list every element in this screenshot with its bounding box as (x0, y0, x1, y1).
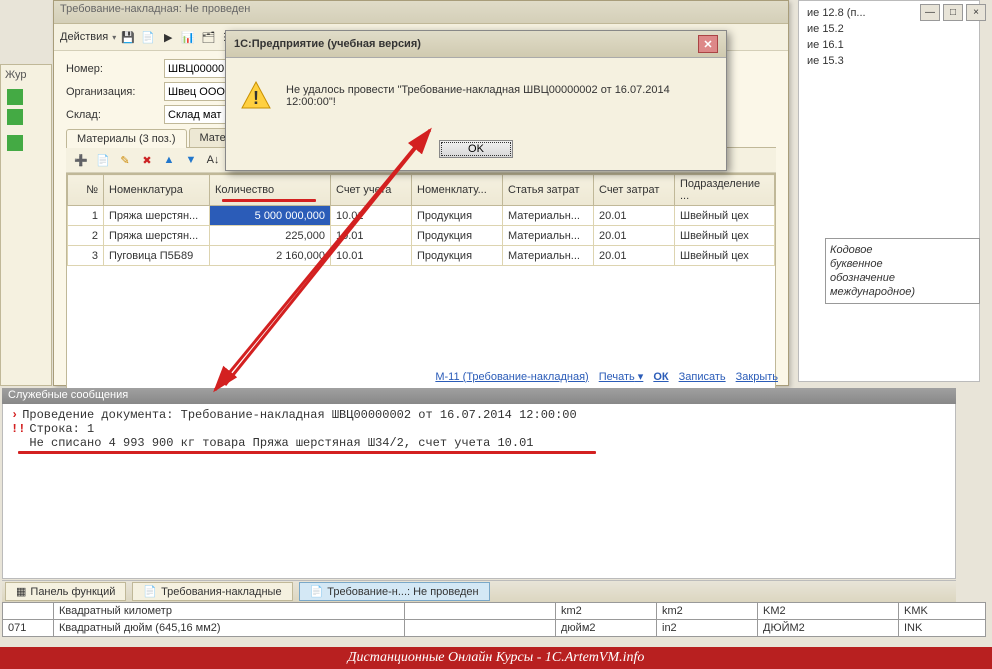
doc-icon[interactable]: 📄 (140, 29, 156, 45)
dialog-close-button[interactable]: ✕ (698, 35, 718, 53)
bullet-icon (11, 436, 25, 450)
minimize-button[interactable]: — (920, 4, 940, 21)
table-row[interactable]: 3Пуговица П5Б892 160,00010.01ПродукцияМа… (68, 246, 775, 266)
print-link[interactable]: Печать ▾ (599, 370, 644, 383)
close-doc-button[interactable]: Закрыть (736, 371, 778, 383)
dialog-title-text: 1С:Предприятие (учебная версия) (234, 38, 421, 50)
journal-label: Жур (1, 65, 51, 85)
col-n[interactable]: № (68, 175, 104, 206)
units-table[interactable]: Квадратный километр km2 km2 KM2 KMK 071 … (2, 602, 986, 637)
task-panel-func[interactable]: ▦Панель функций (5, 582, 126, 601)
report-icon[interactable]: 📊 (180, 29, 196, 45)
side-item[interactable]: ие 15.3 (807, 53, 971, 69)
footer-banner: Дистанционные Онлайн Курсы - 1C.ArtemVM.… (0, 647, 992, 669)
taskbar: ▦Панель функций 📄Требования-накладные 📄Т… (2, 580, 956, 602)
post-icon[interactable]: ▶ (160, 29, 176, 45)
table-row[interactable]: 1Пряжа шерстян...5 000 000,00010.01Проду… (68, 206, 775, 226)
ok-button[interactable]: ОК (653, 371, 668, 383)
actions-menu[interactable]: Действия (60, 31, 108, 43)
org-label: Организация: (66, 86, 156, 98)
nav-icon-3[interactable] (7, 135, 23, 151)
dialog-ok-button[interactable]: OK (439, 140, 513, 158)
doc-icon: 📄 (143, 585, 157, 598)
col-dept[interactable]: Подразделение ... (675, 175, 775, 206)
task-req-docs[interactable]: 📄Требования-накладные (132, 582, 292, 601)
col-account[interactable]: Счет учета (331, 175, 412, 206)
side-panel: ие 12.8 (п... ие 15.2 ие 16.1 ие 15.3 (798, 0, 980, 382)
service-messages-body[interactable]: ›Проведение документа: Требование-наклад… (2, 404, 956, 579)
warehouse-label: Склад: (66, 109, 156, 121)
nav-icon-2[interactable] (7, 109, 23, 125)
panel-icon: ▦ (16, 585, 26, 598)
sort-asc-icon[interactable]: A↓ (204, 151, 222, 169)
col-cost-acc[interactable]: Счет затрат (594, 175, 675, 206)
delete-row-icon[interactable]: ✖ (138, 151, 156, 169)
warning-icon: ! (240, 80, 272, 112)
table-row: Квадратный километр km2 km2 KM2 KMK (3, 603, 986, 620)
col-nomen[interactable]: Номенклатура (104, 175, 210, 206)
move-up-icon[interactable]: ▲ (160, 151, 178, 169)
struct-icon[interactable]: 🗂 (200, 29, 216, 45)
col-nomen2[interactable]: Номенклату... (412, 175, 503, 206)
highlight-line (222, 199, 316, 202)
m11-link[interactable]: М-11 (Требование-накладная) (435, 371, 588, 383)
side-table-header: Кодовое буквенное обозначение международ… (825, 238, 980, 304)
error-dialog: 1С:Предприятие (учебная версия) ✕ ! Не у… (225, 30, 727, 171)
doc-icon: 📄 (310, 585, 324, 598)
highlight-line (18, 451, 596, 454)
move-down-icon[interactable]: ▼ (182, 151, 200, 169)
add-row-icon[interactable]: ➕ (72, 151, 90, 169)
table-row[interactable]: 2Пряжа шерстян...225,00010.01ПродукцияМа… (68, 226, 775, 246)
save-button[interactable]: Записать (679, 371, 726, 383)
table-row: 071 Квадратный дюйм (645,16 мм2) дюйм2 i… (3, 620, 986, 637)
bullet-icon: !! (11, 422, 25, 436)
edit-row-icon[interactable]: ✎ (116, 151, 134, 169)
tab-materials[interactable]: Материалы (3 поз.) (66, 129, 187, 148)
maximize-button[interactable]: □ (943, 4, 963, 21)
copy-row-icon[interactable]: 📄 (94, 151, 112, 169)
col-cost-item[interactable]: Статья затрат (503, 175, 594, 206)
nav-icon-1[interactable] (7, 89, 23, 105)
side-item[interactable]: ие 15.2 (807, 21, 971, 37)
service-messages-header: Служебные сообщения (2, 388, 956, 404)
left-nav-strip: Жур (0, 64, 52, 386)
side-item[interactable]: ие 16.1 (807, 37, 971, 53)
chevron-down-icon: ▾ (112, 33, 116, 42)
window-buttons: — □ × (920, 4, 986, 21)
save-icon[interactable]: 💾 (120, 29, 136, 45)
window-title: Требование-накладная: Не проведен (54, 1, 788, 24)
close-button[interactable]: × (966, 4, 986, 21)
bullet-icon: › (11, 408, 18, 422)
task-current[interactable]: 📄Требование-н...: Не проведен (299, 582, 490, 601)
svg-text:!: ! (253, 88, 259, 108)
materials-grid[interactable]: № Номенклатура Количество Счет учета Ном… (66, 173, 776, 397)
number-label: Номер: (66, 63, 156, 75)
dialog-message: Не удалось провести "Требование-накладна… (286, 84, 712, 108)
